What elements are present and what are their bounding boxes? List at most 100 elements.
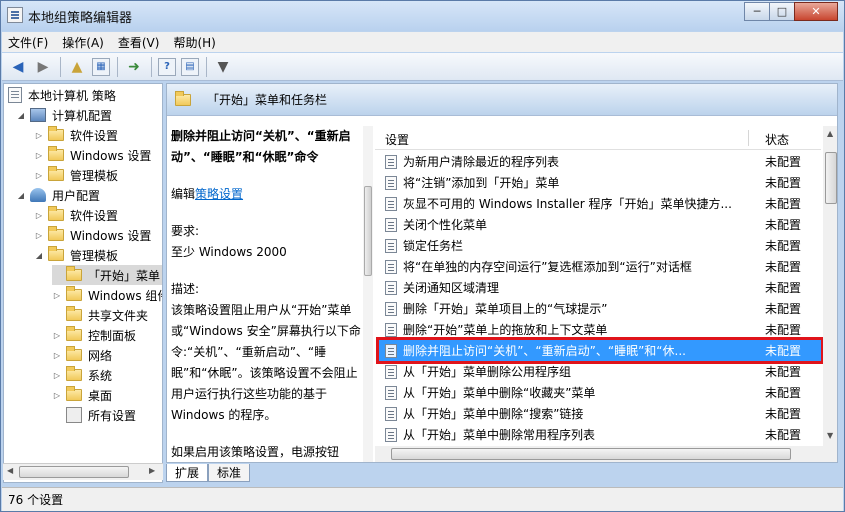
table-row[interactable]: 将“在单独的内存空间运行”复选框添加到“运行”对话框 未配置 [379, 256, 821, 277]
policy-setting-icon [385, 406, 397, 421]
tree-item-label: 用户配置 [52, 188, 101, 203]
setting-name: 从「开始」菜单中删除“搜索”链接 [403, 407, 584, 421]
edit-line: 编辑策略设置 [171, 184, 361, 205]
tree-item-system[interactable]: ▷ 系统 [52, 365, 112, 385]
export-list-icon[interactable]: ➜ [124, 57, 144, 77]
pane-header: 「开始」菜单和任务栏 [167, 84, 837, 116]
minimize-button[interactable]: ─ [744, 2, 770, 21]
table-row[interactable]: 删除「开始」菜单项目上的“气球提示” 未配置 [379, 298, 821, 319]
scroll-right-icon[interactable]: ▶ [149, 466, 155, 475]
tab-extended[interactable]: 扩展 [166, 464, 209, 482]
filter-icon[interactable]: ▼ [213, 57, 233, 77]
tree-item-desktop[interactable]: ▷ 桌面 [52, 385, 112, 405]
column-divider[interactable] [748, 130, 749, 146]
description-label: 描述: [171, 282, 200, 296]
tree-item-user-software-settings[interactable]: ▷ 软件设置 [34, 205, 118, 225]
close-button[interactable]: ✕ [794, 2, 838, 21]
tree-item-windows-settings[interactable]: ▷ Windows 设置 [34, 145, 151, 165]
table-row[interactable]: 锁定任务栏 未配置 [379, 235, 821, 256]
tree-item-start-menu[interactable]: 「开始」菜单 [52, 265, 162, 285]
maximize-button[interactable]: □ [769, 2, 795, 21]
edit-policy-link[interactable]: 策略设置 [195, 187, 243, 201]
forward-arrow-icon[interactable]: ▶ [33, 57, 53, 77]
menu-help[interactable]: 帮助(H) [173, 34, 215, 51]
tree-item-control-panel[interactable]: ▷ 控制面板 [52, 325, 136, 345]
policy-icon [8, 87, 22, 103]
folder-icon [48, 146, 64, 161]
tree-item-computer-config[interactable]: ◢ 计算机配置 [16, 105, 112, 125]
list-horizontal-scrollbar[interactable] [375, 446, 823, 462]
table-row[interactable]: 将“注销”添加到「开始」菜单 未配置 [379, 172, 821, 193]
table-row[interactable]: 关闭通知区域清理 未配置 [379, 277, 821, 298]
expand-arrow-icon[interactable]: ▷ [34, 230, 44, 240]
setting-name: 将“在单独的内存空间运行”复选框添加到“运行”对话框 [403, 260, 692, 274]
table-row[interactable]: 删除并阻止访问“关机”、“重新启动”、“睡眠”和“休... 未配置 [376, 337, 824, 364]
policy-description: 删除并阻止访问“关机”、“重新启动”、“睡眠”和“休眠”命令 编辑策略设置 要求… [171, 126, 361, 462]
help-icon[interactable]: ? [158, 57, 176, 76]
table-row[interactable]: 灰显不可用的 Windows Installer 程序「开始」菜单快捷方... 未… [379, 193, 821, 214]
expand-arrow-icon[interactable]: ▷ [34, 170, 44, 180]
tree-item-label: 系统 [88, 368, 113, 383]
tab-standard[interactable]: 标准 [208, 464, 251, 482]
list-vertical-scrollbar[interactable]: ▲ ▼ [823, 126, 837, 462]
tree-item-user-admin-templates[interactable]: ◢ 管理模板 [34, 245, 118, 265]
folder-icon [66, 366, 82, 381]
tree-item-network[interactable]: ▷ 网络 [52, 345, 112, 365]
scroll-thumb[interactable] [825, 152, 837, 204]
menu-view[interactable]: 查看(V) [118, 34, 160, 51]
back-arrow-icon[interactable]: ◀ [8, 57, 28, 77]
scroll-up-icon[interactable]: ▲ [827, 129, 833, 138]
setting-name: 锁定任务栏 [403, 239, 464, 253]
table-row[interactable]: 从「开始」菜单中删除“搜索”链接 未配置 [379, 403, 821, 424]
folder-icon [66, 326, 82, 341]
column-state[interactable]: 状态 [765, 131, 789, 148]
expand-arrow-icon[interactable]: ▷ [52, 390, 62, 400]
all-settings-icon [66, 407, 82, 423]
table-row[interactable]: 从「开始」菜单删除公用程序组 未配置 [379, 361, 821, 382]
collapse-arrow-icon[interactable]: ◢ [16, 110, 26, 120]
tree-item-windows-components[interactable]: ▷ Windows 组件 [52, 285, 162, 305]
description-text-2: 如果启用该策略设置，电源按钮和“关机”、“重新启动”、“睡 [171, 445, 340, 459]
setting-name: 为新用户清除最近的程序列表 [403, 155, 560, 169]
menu-file[interactable]: 文件(F) [8, 34, 48, 51]
setting-state: 未配置 [765, 365, 802, 379]
tree-item-user-config[interactable]: ◢ 用户配置 [16, 185, 100, 205]
scroll-thumb[interactable] [364, 186, 372, 276]
description-scrollbar[interactable] [363, 126, 373, 462]
tree-item-user-windows-settings[interactable]: ▷ Windows 设置 [34, 225, 151, 245]
tree-item-software-settings[interactable]: ▷ 软件设置 [34, 125, 118, 145]
expand-arrow-icon[interactable]: ▷ [34, 210, 44, 220]
table-row[interactable]: 从「开始」菜单中删除“收藏夹”菜单 未配置 [379, 382, 821, 403]
folder-icon [66, 386, 82, 401]
expand-arrow-icon[interactable]: ▷ [52, 370, 62, 380]
scroll-thumb[interactable] [391, 448, 791, 460]
expand-arrow-icon[interactable]: ▷ [52, 330, 62, 340]
table-row[interactable]: 为新用户清除最近的程序列表 未配置 [379, 151, 821, 172]
tree-horizontal-scrollbar[interactable]: ◀ ▶ [3, 463, 163, 480]
scroll-left-icon[interactable]: ◀ [7, 466, 13, 475]
expand-arrow-icon[interactable]: ▷ [34, 150, 44, 160]
tree-item-label: 控制面板 [88, 328, 137, 343]
table-row[interactable]: 从「开始」菜单中删除常用程序列表 未配置 [379, 424, 821, 445]
tree-item-all-settings[interactable]: 所有设置 [52, 405, 136, 425]
column-setting[interactable]: 设置 [385, 131, 409, 148]
up-folder-icon[interactable]: ▲ [67, 57, 87, 77]
policy-title: 删除并阻止访问“关机”、“重新启动”、“睡眠”和“休眠”命令 [171, 129, 351, 164]
folder-icon [48, 166, 64, 181]
expand-arrow-icon[interactable]: ▷ [34, 130, 44, 140]
show-hide-tree-icon[interactable]: ▦ [92, 57, 110, 76]
scroll-thumb[interactable] [19, 466, 129, 478]
collapse-arrow-icon[interactable]: ◢ [16, 190, 26, 200]
scroll-down-icon[interactable]: ▼ [827, 431, 833, 440]
properties-icon[interactable]: ▤ [181, 57, 199, 76]
table-row[interactable]: 关闭个性化菜单 未配置 [379, 214, 821, 235]
tree-item-admin-templates[interactable]: ▷ 管理模板 [34, 165, 118, 185]
expand-arrow-icon[interactable]: ▷ [52, 350, 62, 360]
collapse-arrow-icon[interactable]: ◢ [34, 250, 44, 260]
expand-arrow-icon[interactable]: ▷ [52, 290, 62, 300]
tree-item-local-computer-policy[interactable]: 本地计算机 策略 [8, 85, 116, 105]
table-row[interactable]: 删除“开始”菜单上的拖放和上下文菜单 未配置 [379, 319, 821, 340]
tree-item-shared-folders[interactable]: 共享文件夹 [52, 305, 148, 325]
edit-prefix: 编辑 [171, 187, 196, 201]
menu-action[interactable]: 操作(A) [62, 34, 104, 51]
